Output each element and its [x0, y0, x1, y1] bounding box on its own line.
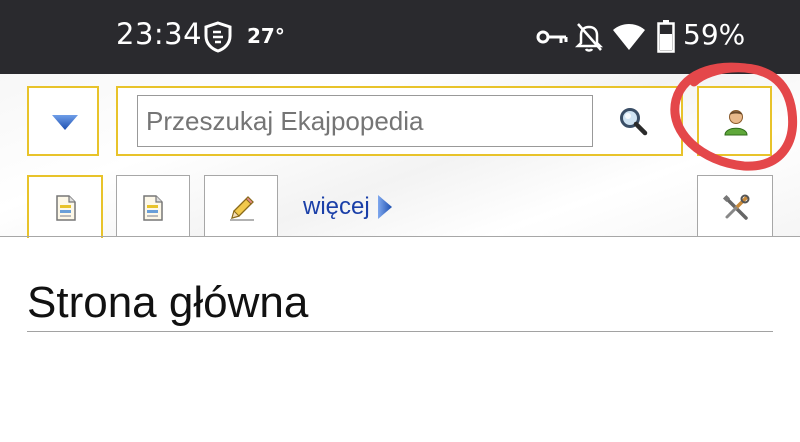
shield-icon — [204, 21, 232, 53]
title-underline — [27, 331, 773, 332]
tools-icon — [722, 194, 750, 220]
tab-page[interactable] — [27, 175, 103, 238]
page-icon — [56, 195, 76, 221]
tab-discussion[interactable] — [116, 175, 190, 237]
user-icon — [724, 110, 748, 136]
bell-off-icon — [574, 23, 604, 52]
pencil-icon — [230, 196, 254, 221]
more-actions-link[interactable]: więcej — [303, 193, 370, 221]
user-account-button[interactable] — [697, 86, 772, 156]
tab-edit[interactable] — [204, 175, 278, 237]
battery-percent: 59% — [683, 18, 746, 51]
chevron-right-icon[interactable] — [377, 194, 393, 220]
page-title: Strona główna — [27, 278, 309, 327]
dropdown-arrow-icon — [52, 115, 78, 130]
menu-dropdown-button[interactable] — [27, 86, 99, 156]
tab-tools[interactable] — [697, 175, 773, 237]
vpn-key-icon — [536, 30, 568, 44]
status-bar: 23:34 27° 59% — [0, 0, 800, 74]
search-input[interactable] — [137, 95, 593, 147]
status-temperature: 27° — [247, 24, 285, 48]
discussion-page-icon — [143, 195, 163, 221]
wifi-icon — [613, 24, 645, 50]
status-time: 23:34 — [116, 17, 203, 51]
battery-icon — [657, 20, 675, 53]
tabs-baseline — [0, 236, 800, 237]
search-icon[interactable] — [618, 106, 648, 136]
